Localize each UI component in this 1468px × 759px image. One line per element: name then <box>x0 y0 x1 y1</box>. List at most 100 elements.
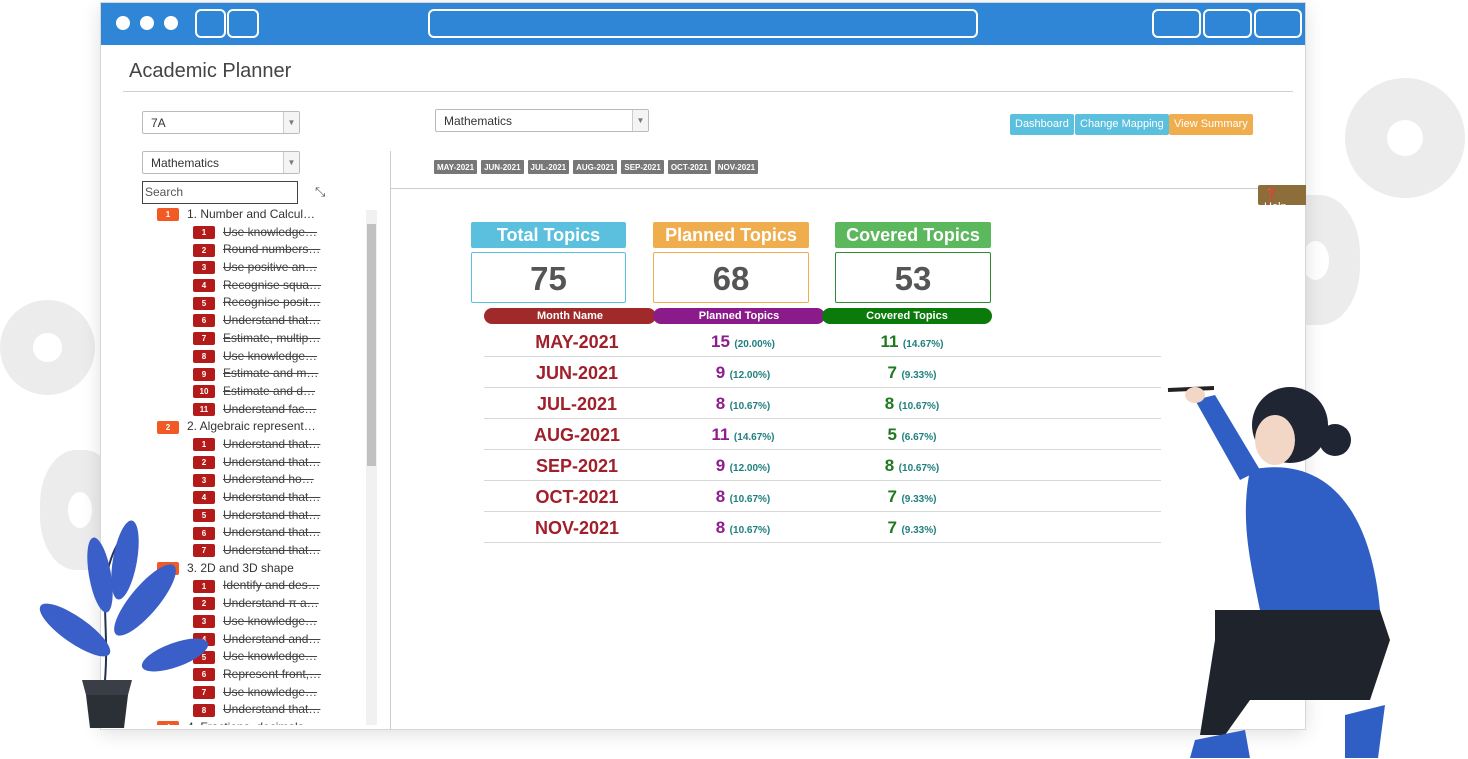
planned-count: 9 <box>715 363 726 382</box>
tree-subtopic[interactable]: 2 Round numbers… <box>147 242 377 260</box>
collapse-icon[interactable]: ⤡ <box>315 184 325 200</box>
window-dot-icon[interactable] <box>164 16 178 30</box>
covered-percent: (9.33%) <box>901 525 937 536</box>
topic-label: Use knowledge… <box>223 613 318 628</box>
covered-percent: (10.67%) <box>898 401 940 412</box>
topic-number-badge: 5 <box>193 296 215 310</box>
tree-subtopic[interactable]: 2 Understand π a… <box>147 596 377 614</box>
tab-jun-2021[interactable]: JUN-2021 <box>481 160 524 174</box>
tree-scrollbar[interactable] <box>366 210 377 725</box>
tree-subtopic[interactable]: 6 Represent front,… <box>147 667 377 685</box>
tab-jul-2021[interactable]: JUL-2021 <box>527 160 570 174</box>
topic-label: Understand that… <box>223 525 321 540</box>
topic-number-badge: 7 <box>193 332 215 346</box>
scrollbar-thumb[interactable] <box>367 224 376 466</box>
tree-subtopic[interactable]: 2 Understand that… <box>147 455 377 473</box>
tree-subtopic[interactable]: 7 Understand that… <box>147 543 377 561</box>
tab-may-2021[interactable]: MAY-2021 <box>434 160 478 174</box>
topic-number-badge: 5 <box>193 650 215 664</box>
planned-topics-column-header: Planned Topics <box>653 308 825 324</box>
help-label: Help <box>1264 201 1287 213</box>
table-row: NOV-2021 8 (10.67%) 7 (9.33%) <box>484 512 1161 543</box>
topic-number-badge: 1 <box>193 226 215 240</box>
window-control-button[interactable] <box>1152 9 1201 38</box>
covered-cell: 8 (10.67%) <box>826 394 998 414</box>
tree-topic[interactable]: 3 3. 2D and 3D shape <box>147 561 377 579</box>
month-name-cell: JUN-2021 <box>535 363 619 383</box>
search-input[interactable]: Search <box>142 181 298 204</box>
gear-decoration-icon <box>0 300 95 395</box>
table-row: JUN-2021 9 (12.00%) 7 (9.33%) <box>484 357 1161 388</box>
tree-subtopic[interactable]: 10 Estimate and d… <box>147 384 377 402</box>
topic-number-badge: 6 <box>193 526 215 540</box>
covered-cell: 7 (9.33%) <box>826 487 998 507</box>
month-tabs: MAY-2021 JUN-2021 JUL-2021 AUG-2021 SEP-… <box>434 160 759 174</box>
tree-subtopic[interactable]: 8 Use knowledge… <box>147 349 377 367</box>
forward-button[interactable] <box>227 9 259 38</box>
planned-cell: 15 (20.00%) <box>657 332 829 352</box>
window-control-button[interactable] <box>1254 9 1302 38</box>
subject-select-left[interactable]: Mathematics ▼ <box>142 151 300 174</box>
planned-percent: (10.67%) <box>729 494 771 505</box>
topic-label: 2. Algebraic represent… <box>187 419 316 434</box>
tree-subtopic[interactable]: 5 Understand that… <box>147 508 377 526</box>
class-select[interactable]: 7A ▼ <box>142 111 300 134</box>
table-row: OCT-2021 8 (10.67%) 7 (9.33%) <box>484 481 1161 512</box>
window-control-button[interactable] <box>1203 9 1252 38</box>
tree-subtopic[interactable]: 1 Identify and des… <box>147 578 377 596</box>
planned-percent: (20.00%) <box>734 339 775 350</box>
tree-subtopic[interactable]: 5 Use knowledge… <box>147 649 377 667</box>
topic-label: 4. Fractions, decimals… <box>187 720 316 725</box>
tree-subtopic[interactable]: 7 Estimate, multip… <box>147 331 377 349</box>
planned-percent: (12.00%) <box>729 370 771 381</box>
tree-subtopic[interactable]: 4 Understand that… <box>147 490 377 508</box>
tree-subtopic[interactable]: 1 Use knowledge… <box>147 225 377 243</box>
tab-oct-2021[interactable]: OCT-2021 <box>667 160 711 174</box>
topic-label: Understand ho… <box>223 472 314 487</box>
tree-subtopic[interactable]: 7 Use knowledge… <box>147 685 377 703</box>
topic-label: Use knowledge… <box>223 348 318 363</box>
tree-subtopic[interactable]: 3 Use positive an… <box>147 260 377 278</box>
tree-subtopic[interactable]: 4 Understand and… <box>147 632 377 650</box>
tree-subtopic[interactable]: 3 Understand ho… <box>147 472 377 490</box>
address-bar[interactable] <box>428 9 978 38</box>
tree-topic[interactable]: 4 4. Fractions, decimals… <box>147 720 377 725</box>
dashboard-button[interactable]: Dashboard <box>1010 114 1074 135</box>
tree-subtopic[interactable]: 9 Estimate and m… <box>147 366 377 384</box>
tab-sep-2021[interactable]: SEP-2021 <box>621 160 664 174</box>
tree-topic[interactable]: 1 1. Number and Calcul… <box>147 207 377 225</box>
covered-percent: (9.33%) <box>901 370 937 381</box>
topic-label: Use knowledge… <box>223 224 318 239</box>
month-name-cell: SEP-2021 <box>535 456 619 476</box>
tree-topic[interactable]: 2 2. Algebraic represent… <box>147 419 377 437</box>
tree-subtopic[interactable]: 6 Understand that… <box>147 313 377 331</box>
back-button[interactable] <box>195 9 226 38</box>
window-dot-icon[interactable] <box>140 16 154 30</box>
topic-number-badge: 5 <box>193 509 215 523</box>
tree-subtopic[interactable]: 6 Understand that… <box>147 525 377 543</box>
tree-subtopic[interactable]: 1 Understand that… <box>147 437 377 455</box>
tree-subtopic[interactable]: 4 Recognise squa… <box>147 278 377 296</box>
window-dot-icon[interactable] <box>116 16 130 30</box>
help-icon: ❓ <box>1264 189 1278 201</box>
tree-subtopic[interactable]: 5 Recognise posit… <box>147 295 377 313</box>
tree-subtopic[interactable]: 3 Use knowledge… <box>147 614 377 632</box>
topic-label: Understand and… <box>223 631 321 646</box>
tab-nov-2021[interactable]: NOV-2021 <box>714 160 759 174</box>
topic-label: Estimate and m… <box>223 366 319 381</box>
tab-aug-2021[interactable]: AUG-2021 <box>573 160 618 174</box>
covered-percent: (14.67%) <box>902 339 944 350</box>
help-button[interactable]: ❓ Help <box>1258 185 1306 213</box>
topic-label: Represent front,… <box>223 666 322 681</box>
change-mapping-button[interactable]: Change Mapping <box>1075 114 1169 135</box>
topic-label: Understand that… <box>223 313 321 328</box>
browser-window: Academic Planner 7A ▼ Mathematics ▼ Sear… <box>100 2 1306 730</box>
topic-number-badge: 2 <box>193 243 215 257</box>
panel-divider <box>390 151 391 729</box>
view-summary-button[interactable]: View Summary <box>1169 114 1253 135</box>
topic-tree: 1 1. Number and Calcul… 1 Use knowledge… 2 Ro… <box>147 207 377 725</box>
topic-number-badge: 2 <box>193 455 215 469</box>
subject-select-main[interactable]: Mathematics ▼ <box>435 109 649 132</box>
tree-subtopic[interactable]: 8 Understand that… <box>147 702 377 720</box>
tree-subtopic[interactable]: 11 Understand fac… <box>147 402 377 420</box>
